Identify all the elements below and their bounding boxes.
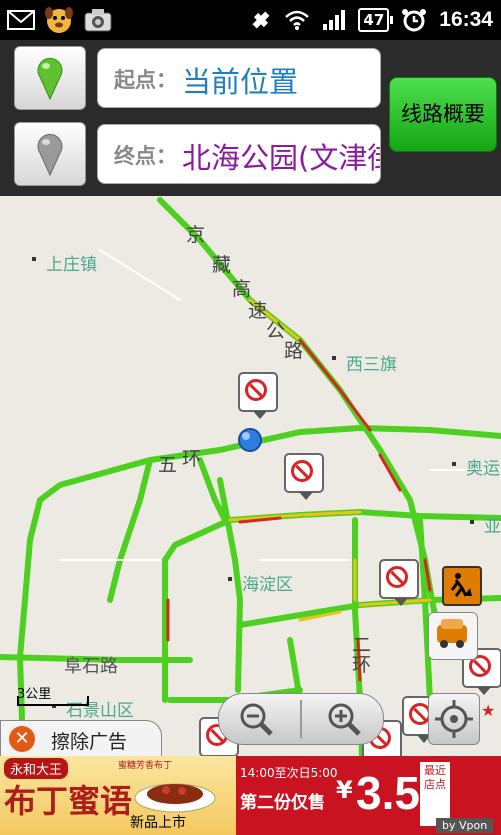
status-right-icons: 47 16:34 xyxy=(250,5,493,35)
start-pin-button[interactable] xyxy=(14,46,86,110)
zoom-out-icon[interactable] xyxy=(239,702,275,736)
ad-nearest-store: 最近店点 xyxy=(420,762,450,826)
crosshair-icon xyxy=(435,700,473,738)
fifth-ring-north xyxy=(37,425,501,503)
close-icon: ✕ xyxy=(9,726,35,752)
route-overview-button[interactable]: 线路概要 xyxy=(389,77,497,152)
traffic-car-icon xyxy=(437,619,467,648)
no-entry-icon xyxy=(386,566,408,588)
clock: 16:34 xyxy=(439,8,493,31)
road-label-lu: 路 xyxy=(284,340,304,362)
ad-banner[interactable]: 永和大王 蜜糖芳香布丁 布丁蜜语 新品上市 14:00至次日5:00 第二份仅售… xyxy=(0,756,501,835)
zoom-control xyxy=(218,693,384,745)
gray-pin-icon xyxy=(37,133,63,177)
no-entry-marker[interactable] xyxy=(284,453,324,500)
map-scale-bar xyxy=(17,696,89,706)
fourth-ring-west xyxy=(162,509,501,563)
close-ad-label: 擦除广告 xyxy=(51,731,128,753)
worker-icon xyxy=(450,573,472,597)
current-location-dot xyxy=(238,428,262,452)
end-pin-button[interactable] xyxy=(14,122,86,186)
place-haidian: 海淀区 xyxy=(242,575,293,595)
wifi-icon xyxy=(285,10,310,30)
locate-button[interactable] xyxy=(428,693,480,745)
start-field[interactable]: 起点： 当前位置 xyxy=(97,48,381,108)
ad-deal: 第二份仅售 xyxy=(240,793,325,813)
road-east-vertical xyxy=(417,517,433,703)
pudding-image-icon xyxy=(134,783,216,813)
ad-headline: 布丁蜜语 xyxy=(4,782,133,820)
traffic-toggle-button[interactable] xyxy=(428,612,478,660)
no-entry-icon xyxy=(291,460,313,482)
zoom-divider xyxy=(300,700,302,738)
place-xisanqi: 西三旗 xyxy=(346,355,397,375)
start-label: 起点： xyxy=(114,68,177,92)
west-arc xyxy=(107,457,153,603)
place-shangzhuang: 上庄镇 xyxy=(46,255,97,275)
road-label-jing: 京 xyxy=(186,224,206,246)
status-bar: 47 16:34 xyxy=(0,0,501,40)
ad-vpon-label: by Vpon xyxy=(436,818,494,833)
dog-app-icon xyxy=(45,7,73,33)
alarm-icon xyxy=(402,9,427,32)
road-label-su: 速 xyxy=(248,300,268,322)
route-panel: 起点： 当前位置 终点： 北海公园(文津街 线路概要 xyxy=(0,40,501,196)
ad-new-text: 新品上市 xyxy=(130,815,186,831)
status-left-icons xyxy=(6,5,114,35)
place-ya: 亚 xyxy=(484,517,501,537)
camera-icon xyxy=(84,9,112,32)
road-fushilu: 阜石路 xyxy=(64,656,118,677)
mail-icon xyxy=(7,10,35,30)
no-entry-marker[interactable] xyxy=(238,372,278,419)
road-label-wu: 五 xyxy=(158,454,178,476)
gps-icon xyxy=(252,11,270,29)
end-field[interactable]: 终点： 北海公园(文津街 xyxy=(97,124,381,184)
start-value: 当前位置 xyxy=(182,65,299,99)
green-pin-icon xyxy=(37,57,63,101)
end-value: 北海公园(文津街 xyxy=(182,141,381,175)
close-ad-button[interactable]: ✕ 擦除广告 xyxy=(0,720,162,758)
ad-time: 14:00至次日5:00 xyxy=(240,766,338,780)
road-label-er-huan: 环 xyxy=(352,654,372,676)
no-entry-icon xyxy=(245,379,267,401)
signal-icon xyxy=(323,10,346,30)
road-work-icon[interactable] xyxy=(442,566,482,606)
ad-left-panel: 永和大王 蜜糖芳香布丁 布丁蜜语 新品上市 xyxy=(0,756,236,835)
ad-currency: ¥ xyxy=(336,776,353,804)
ad-price: 3.5 xyxy=(356,767,420,819)
place-aoyun: 奥运 xyxy=(466,459,500,479)
road-label-zang: 藏 xyxy=(212,254,232,276)
poi-star-icon: ★ xyxy=(481,701,495,720)
battery-level: 47 xyxy=(358,8,394,32)
zoom-in-icon[interactable] xyxy=(327,702,363,736)
no-entry-marker[interactable] xyxy=(379,559,419,606)
road-label-huan: 环 xyxy=(182,448,202,470)
end-label: 终点： xyxy=(114,144,177,168)
road-label-gong: 公 xyxy=(266,320,286,342)
map-view[interactable]: ★ 上庄镇 西三旗 奥运 亚 海淀区 阜石路 石景山区 京 藏 高 速 公 路 … xyxy=(0,196,501,756)
